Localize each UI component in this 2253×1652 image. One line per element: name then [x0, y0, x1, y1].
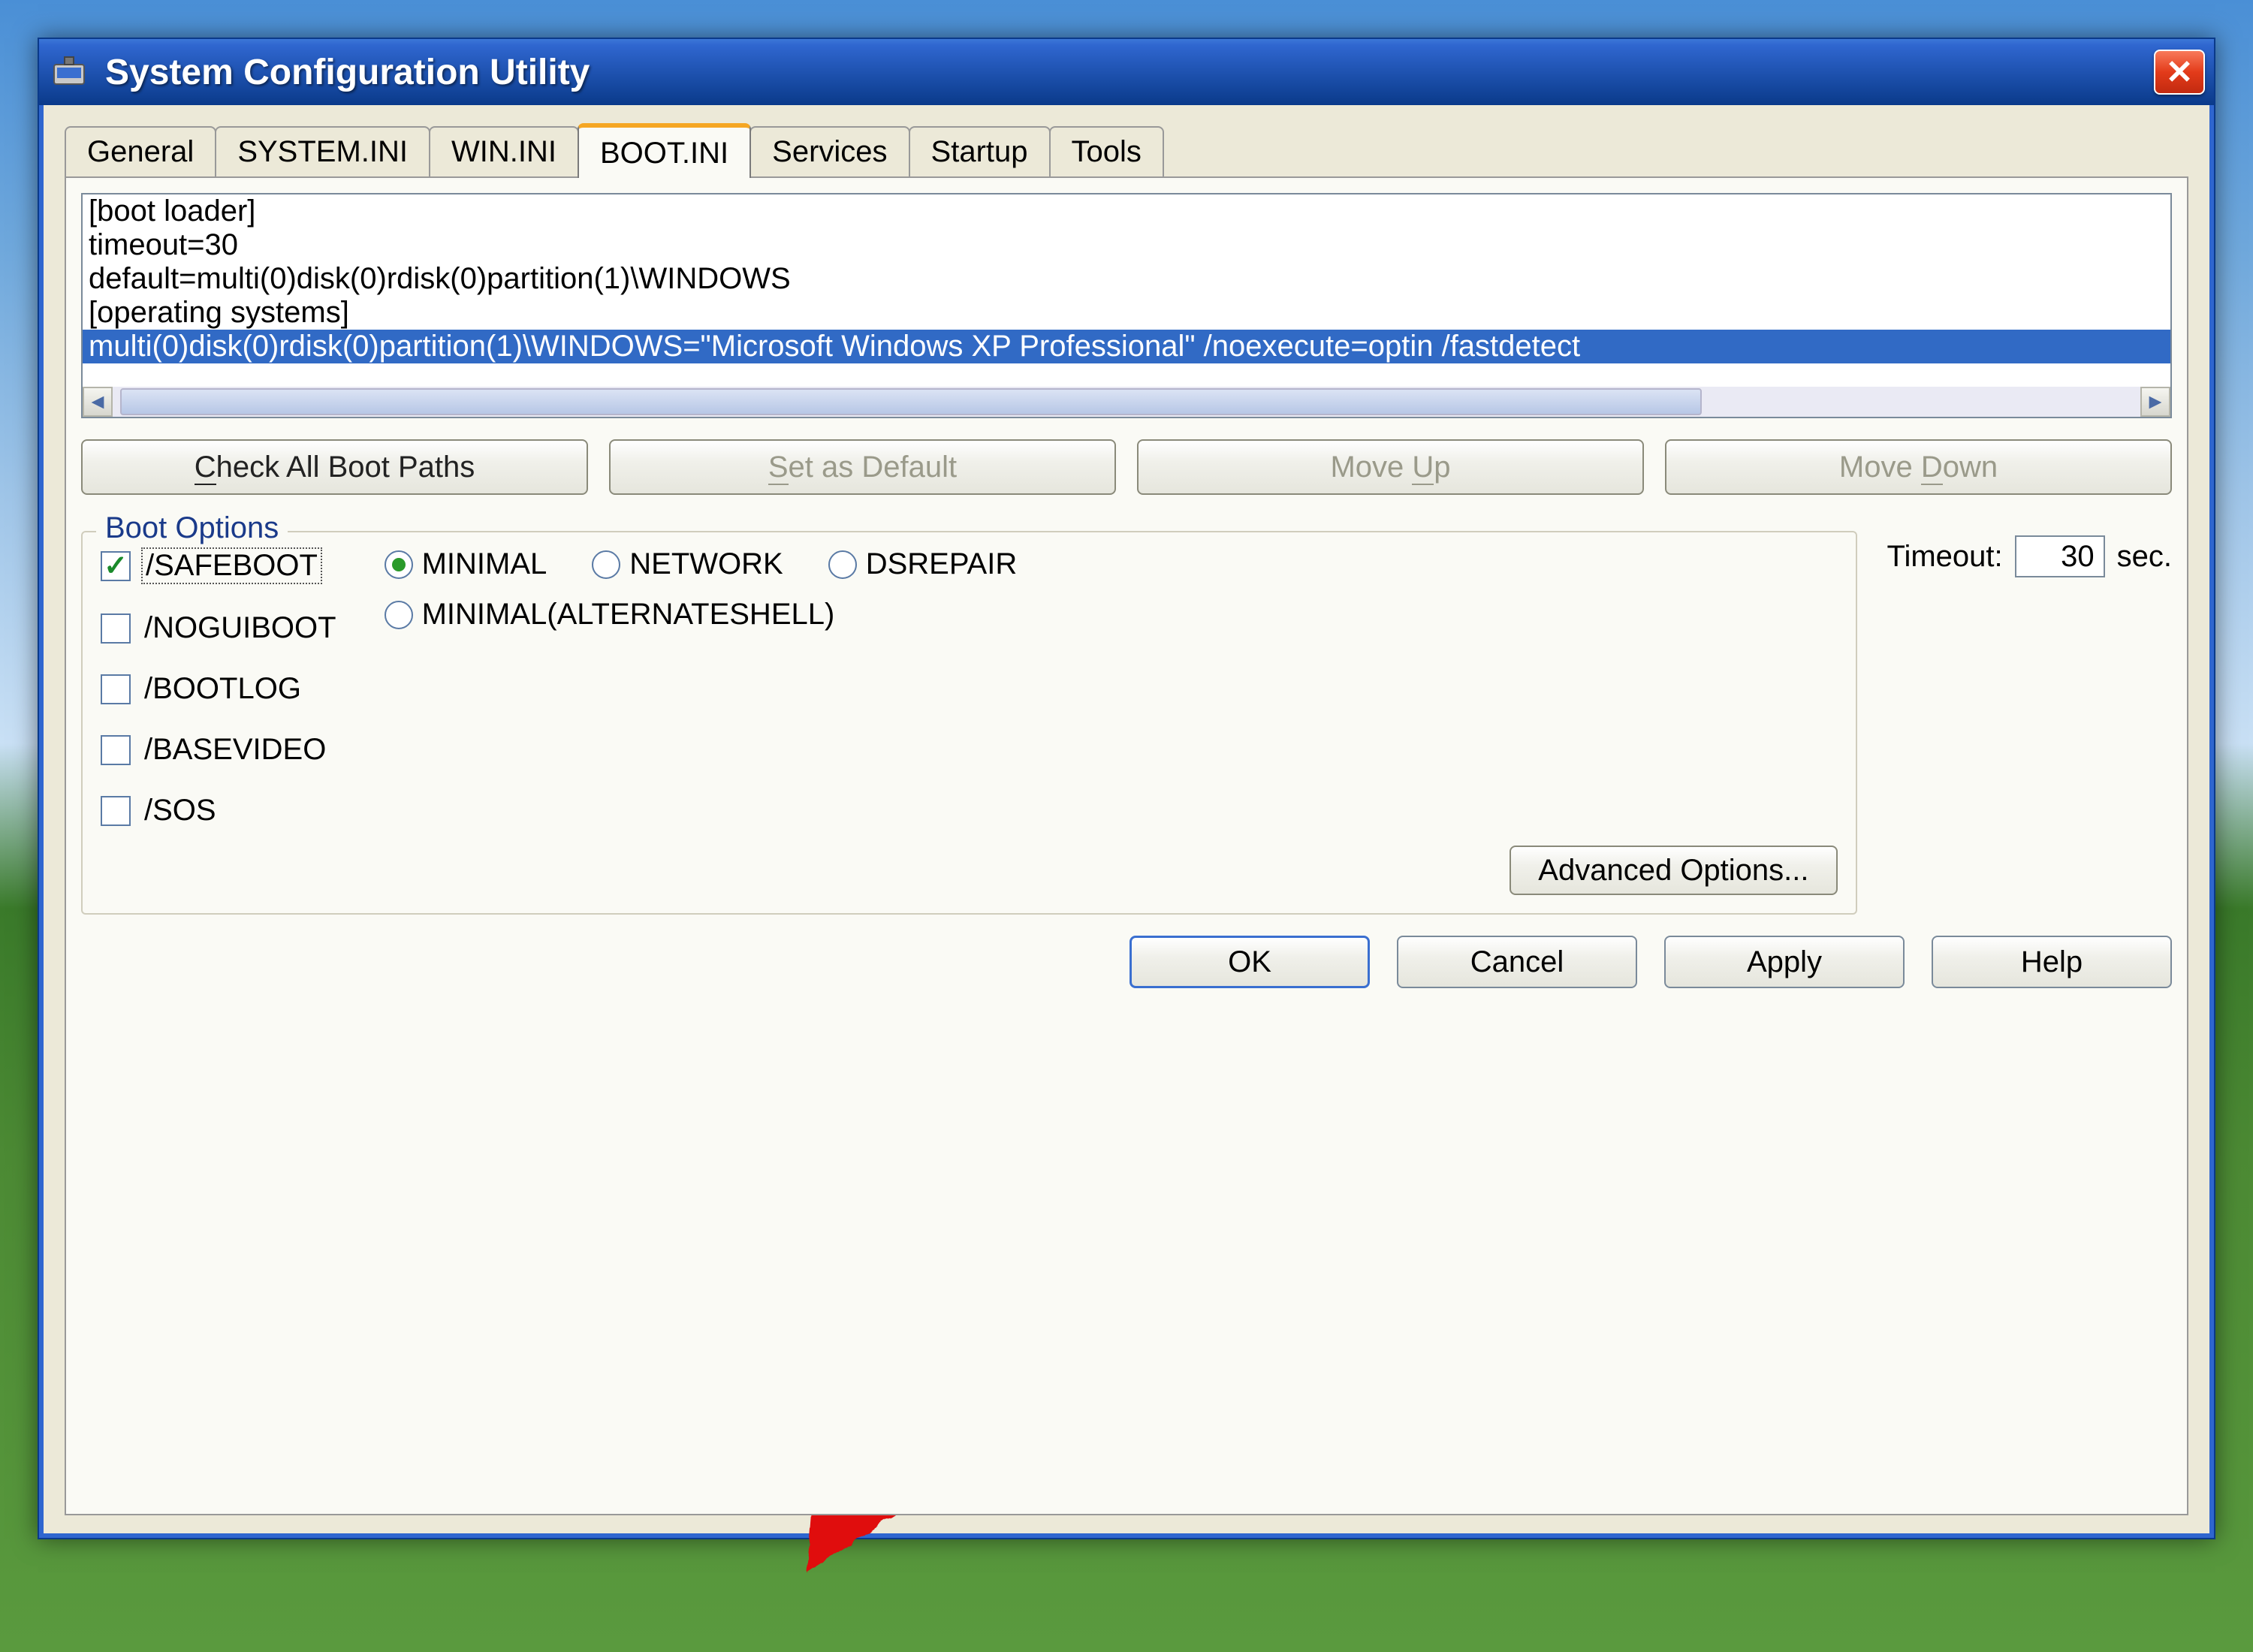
scroll-track[interactable]	[113, 387, 2140, 417]
move-down-button[interactable]: Move Down	[1665, 439, 2172, 495]
tab-strip: General SYSTEM.INI WIN.INI BOOT.INI Serv…	[65, 123, 2188, 176]
horizontal-scrollbar[interactable]: ◄ ►	[83, 387, 2170, 417]
checkbox-icon	[101, 613, 131, 644]
msconfig-window: System Configuration Utility ✕ General S…	[38, 38, 2215, 1539]
radio-dsrepair[interactable]: DSREPAIR	[828, 547, 1018, 581]
set-as-default-button[interactable]: Set as Default	[609, 439, 1116, 495]
apply-button[interactable]: Apply	[1664, 936, 1905, 988]
timeout-input[interactable]	[2015, 535, 2105, 577]
app-icon	[48, 51, 90, 93]
checkbox-icon	[101, 551, 131, 581]
close-button[interactable]: ✕	[2154, 50, 2205, 95]
boot-options-legend: Boot Options	[96, 511, 288, 545]
tab-win-ini[interactable]: WIN.INI	[429, 126, 579, 176]
radio-icon	[592, 550, 620, 579]
ok-button[interactable]: OK	[1130, 936, 1370, 988]
checkbox-icon	[101, 796, 131, 826]
boot-path-button-row: Check All Boot Paths Set as Default Move…	[81, 439, 2172, 495]
boot-ini-panel: [boot loader] timeout=30 default=multi(0…	[65, 176, 2188, 1515]
list-item[interactable]: multi(0)disk(0)rdisk(0)partition(1)\WIND…	[83, 330, 2170, 363]
safeboot-mode-radios: MINIMAL NETWORK DSREPAIR	[385, 547, 1105, 632]
radio-icon	[385, 550, 413, 579]
check-safeboot[interactable]: /SAFEBOOT	[101, 547, 339, 584]
window-title: System Configuration Utility	[105, 52, 2154, 93]
title-bar[interactable]: System Configuration Utility ✕	[39, 39, 2214, 105]
timeout-group: Timeout: sec.	[1887, 535, 2172, 577]
radio-icon	[385, 601, 413, 629]
tab-boot-ini[interactable]: BOOT.INI	[578, 123, 751, 178]
scroll-left-button[interactable]: ◄	[83, 387, 113, 417]
radio-minimal[interactable]: MINIMAL	[385, 547, 547, 581]
dialog-buttons: OK Cancel Apply Help	[81, 936, 2172, 988]
list-item[interactable]: [operating systems]	[83, 296, 2170, 330]
tab-system-ini[interactable]: SYSTEM.INI	[215, 126, 430, 176]
timeout-label: Timeout:	[1887, 540, 2003, 574]
checkbox-icon	[101, 674, 131, 704]
checkbox-icon	[101, 735, 131, 765]
tab-startup[interactable]: Startup	[909, 126, 1051, 176]
radio-minimal-altshell[interactable]: MINIMAL(ALTERNATESHELL)	[385, 598, 1105, 632]
client-area: General SYSTEM.INI WIN.INI BOOT.INI Serv…	[39, 105, 2214, 1538]
radio-icon	[828, 550, 857, 579]
boot-ini-listbox[interactable]: [boot loader] timeout=30 default=multi(0…	[81, 193, 2172, 418]
list-item[interactable]: timeout=30	[83, 228, 2170, 262]
radio-network[interactable]: NETWORK	[592, 547, 783, 581]
check-noguiboot[interactable]: /NOGUIBOOT	[101, 611, 339, 645]
check-basevideo[interactable]: /BASEVIDEO	[101, 733, 339, 767]
check-bootlog[interactable]: /BOOTLOG	[101, 672, 339, 706]
move-up-button[interactable]: Move Up	[1137, 439, 1644, 495]
close-icon: ✕	[2166, 53, 2194, 92]
boot-options-group: Boot Options /SAFEBOOT /NOGUIBOOT	[81, 531, 1857, 915]
cancel-button[interactable]: Cancel	[1397, 936, 1637, 988]
check-all-boot-paths-button[interactable]: Check All Boot Paths	[81, 439, 588, 495]
check-sos[interactable]: /SOS	[101, 794, 339, 828]
tab-services[interactable]: Services	[749, 126, 909, 176]
boot-checks: /SAFEBOOT /NOGUIBOOT /BOOTLOG	[101, 547, 339, 828]
scroll-right-button[interactable]: ►	[2140, 387, 2170, 417]
scroll-thumb[interactable]	[120, 388, 1702, 415]
timeout-suffix: sec.	[2117, 540, 2172, 574]
advanced-options-button[interactable]: Advanced Options...	[1510, 846, 1837, 895]
tab-tools[interactable]: Tools	[1049, 126, 1164, 176]
help-button[interactable]: Help	[1932, 936, 2172, 988]
tab-general[interactable]: General	[65, 126, 216, 176]
list-item[interactable]: default=multi(0)disk(0)rdisk(0)partition…	[83, 262, 2170, 296]
list-item[interactable]: [boot loader]	[83, 194, 2170, 228]
